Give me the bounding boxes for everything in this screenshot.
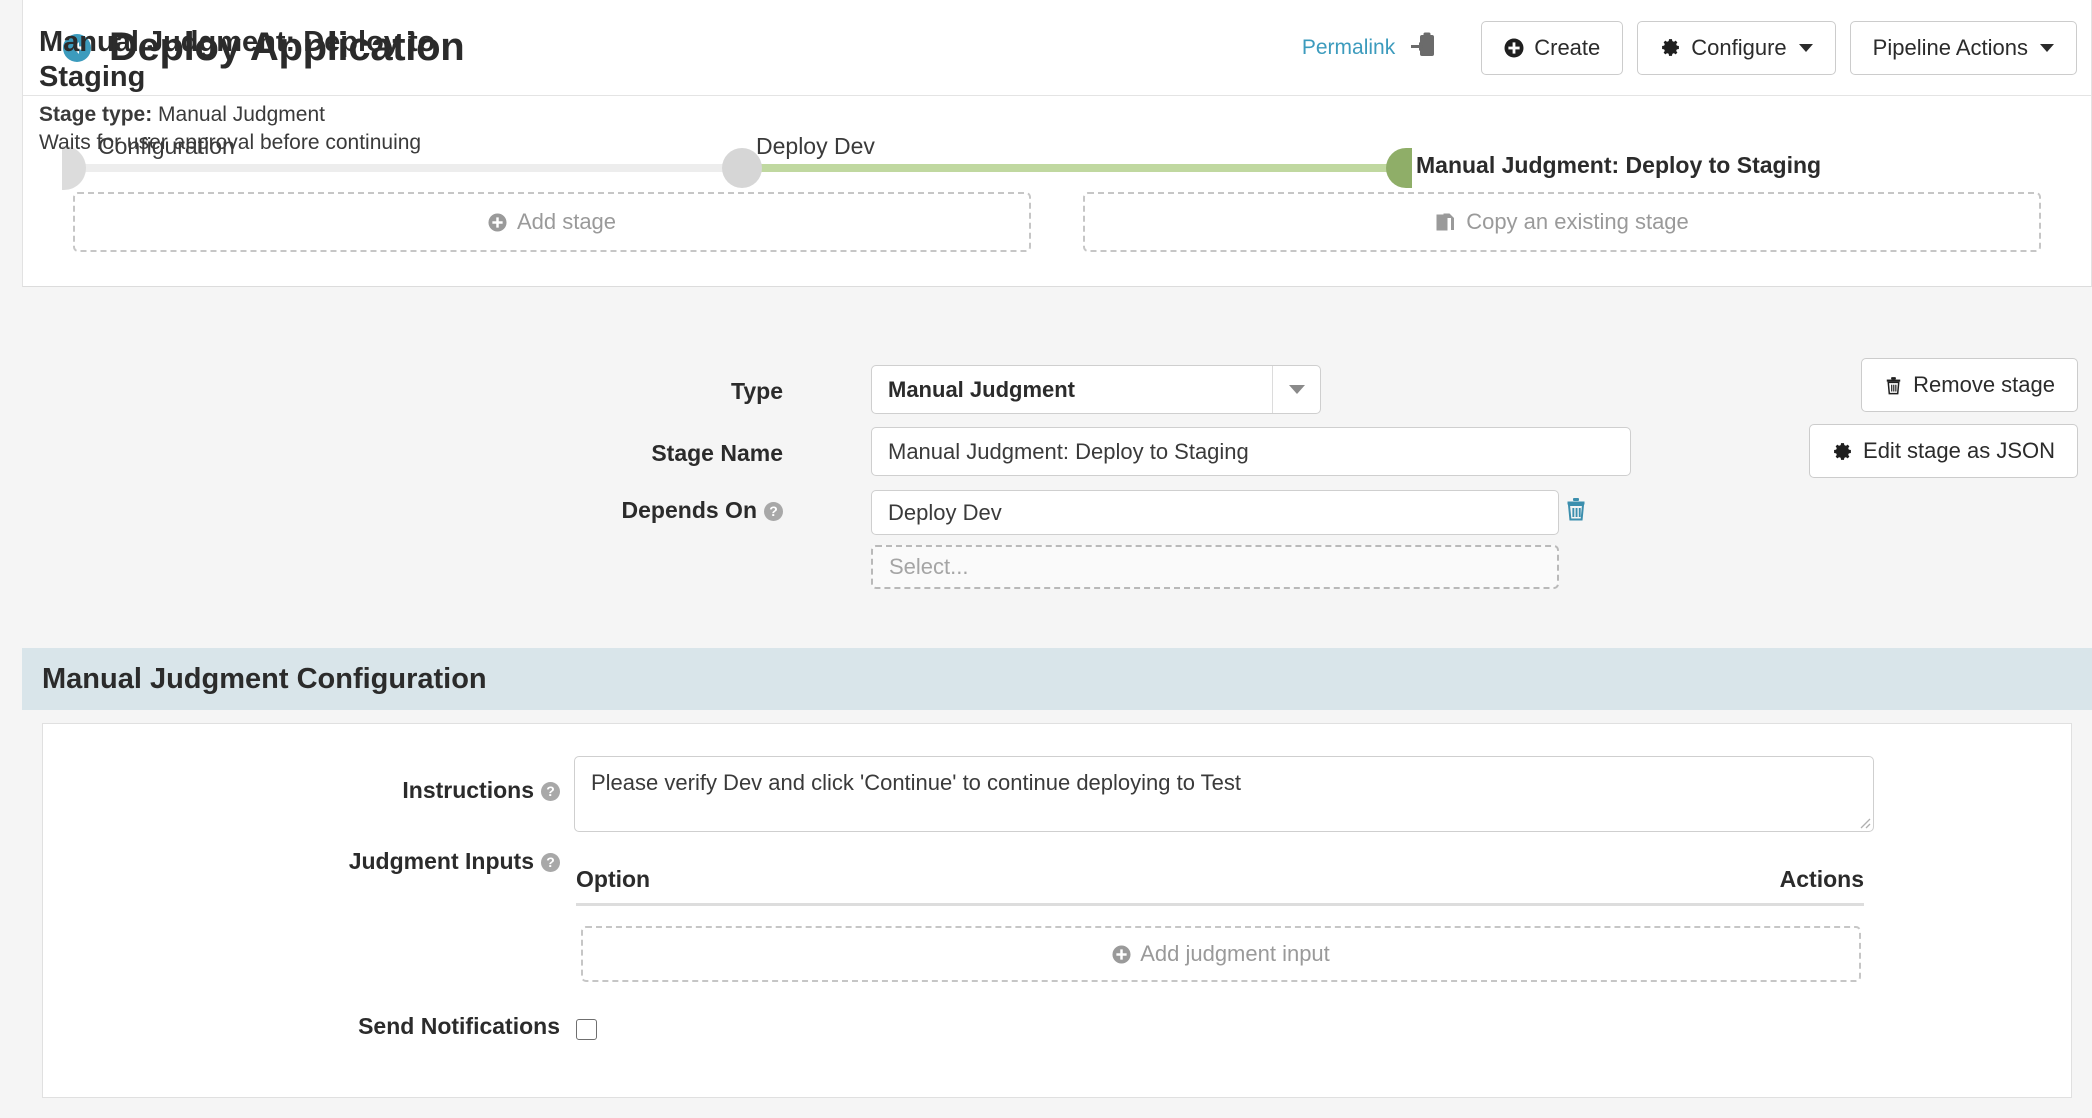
send-notifications-checkbox[interactable] bbox=[576, 1019, 597, 1040]
judgment-inputs-field-label: Judgment Inputs? bbox=[280, 848, 560, 875]
stage-name-field-label: Stage Name bbox=[651, 440, 783, 466]
configuration-section-header: Manual Judgment Configuration bbox=[22, 648, 2092, 710]
edit-stage-as-json-label: Edit stage as JSON bbox=[1863, 438, 2055, 463]
depends-on-value[interactable]: Deploy Dev bbox=[871, 490, 1559, 535]
judgment-inputs-table-header: Option Actions bbox=[576, 866, 1864, 906]
edit-stage-as-json-button[interactable]: Edit stage as JSON bbox=[1809, 424, 2078, 478]
remove-stage-label: Remove stage bbox=[1913, 372, 2055, 397]
type-field-label: Type bbox=[731, 378, 783, 404]
stage-name-input[interactable]: Manual Judgment: Deploy to Staging bbox=[871, 427, 1631, 476]
trash-icon bbox=[1884, 375, 1903, 396]
configuration-section-title: Manual Judgment Configuration bbox=[42, 662, 487, 695]
help-icon[interactable]: ? bbox=[541, 853, 560, 872]
stage-description: Waits for user approval before continuin… bbox=[39, 131, 422, 154]
remove-stage-button[interactable]: Remove stage bbox=[1861, 358, 2078, 412]
depends-on-field-label: Depends On? bbox=[580, 497, 783, 524]
depends-on-label-text: Depends On bbox=[621, 497, 757, 523]
stage-type-value: Manual Judgment bbox=[158, 103, 325, 126]
send-notifications-label: Send Notifications bbox=[358, 1013, 560, 1039]
gear-icon bbox=[1832, 441, 1853, 462]
instructions-textarea[interactable]: Please verify Dev and click 'Continue' t… bbox=[574, 756, 1874, 832]
depends-on-select-placeholder[interactable]: Select... bbox=[871, 545, 1559, 589]
help-icon[interactable]: ? bbox=[541, 782, 560, 801]
column-header-option: Option bbox=[576, 866, 651, 892]
type-select[interactable]: Manual Judgment bbox=[871, 365, 1321, 414]
judgment-inputs-label-text: Judgment Inputs bbox=[348, 848, 534, 874]
chevron-down-icon bbox=[1272, 366, 1320, 413]
column-header-actions: Actions bbox=[1779, 866, 1864, 892]
app-page: Deploy Application Permalink Create Conf… bbox=[0, 0, 2092, 1118]
plus-circle-icon bbox=[1112, 944, 1131, 964]
instructions-label-text: Instructions bbox=[402, 777, 534, 803]
depends-on-delete-icon[interactable] bbox=[1564, 496, 1588, 527]
type-select-value: Manual Judgment bbox=[888, 376, 1076, 402]
stage-actions: Remove stage Edit stage as JSON bbox=[1809, 358, 2078, 478]
stage-detail-title: Manual Judgment: Deploy to Staging bbox=[39, 26, 436, 94]
add-judgment-input-button[interactable]: Add judgment input bbox=[581, 926, 1861, 982]
help-icon[interactable]: ? bbox=[764, 502, 783, 521]
stage-type-label: Stage type: bbox=[39, 103, 153, 126]
stage-type-line: Stage type: Manual Judgment bbox=[39, 103, 325, 127]
stage-detail-section: Manual Judgment: Deploy to Staging Stage… bbox=[0, 0, 2092, 260]
instructions-field-label: Instructions? bbox=[330, 777, 560, 804]
add-judgment-input-label: Add judgment input bbox=[1140, 941, 1330, 966]
